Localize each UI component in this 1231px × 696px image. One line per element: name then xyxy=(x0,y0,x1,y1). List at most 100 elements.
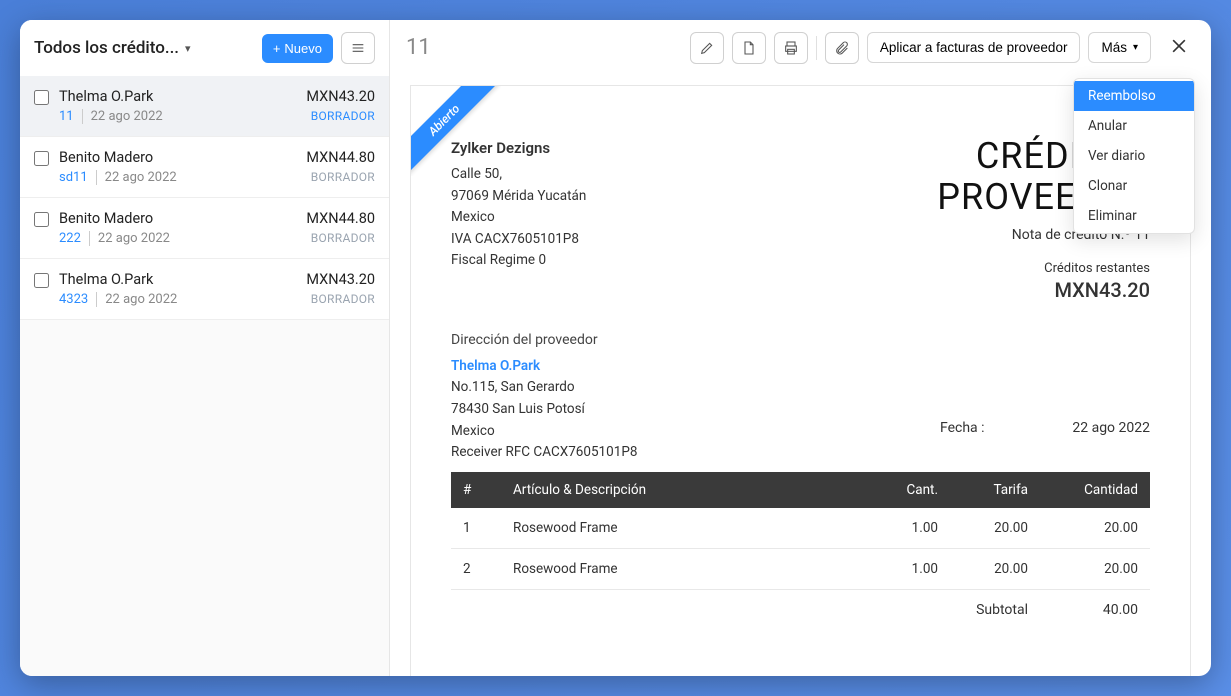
cell-rate: 20.00 xyxy=(950,508,1040,549)
detail-header: 11 Aplicar a facturas de proveedor Más ▾ xyxy=(390,20,1211,75)
list-filter-select[interactable]: Todos los crédito... ▾ xyxy=(34,38,254,58)
edit-button[interactable] xyxy=(690,32,724,64)
list-filter-label: Todos los crédito... xyxy=(34,38,179,58)
row-status: BORRADOR xyxy=(306,292,375,306)
remaining-label: Créditos restantes xyxy=(937,261,1150,276)
close-icon xyxy=(1169,36,1189,56)
col-num: # xyxy=(451,472,501,508)
menu-item-refund[interactable]: Reembolso xyxy=(1074,81,1194,111)
new-button[interactable]: + Nuevo xyxy=(262,34,333,63)
row-date: 22 ago 2022 xyxy=(98,231,170,246)
company-line: IVA CACX7605101P8 xyxy=(451,229,586,251)
cell-desc: Rosewood Frame xyxy=(501,548,870,589)
item-row: 1 Rosewood Frame 1.00 20.00 20.00 xyxy=(451,508,1150,549)
row-amount: MXN43.20 xyxy=(306,271,375,288)
printer-icon xyxy=(783,40,799,56)
list-row-2[interactable]: Benito Madero 222 22 ago 2022 MXN44.80 BO… xyxy=(20,198,389,259)
supplier-line: 78430 San Luis Potosí xyxy=(451,399,1150,421)
detail-title: 11 xyxy=(406,35,682,60)
remaining-amount: MXN43.20 xyxy=(937,278,1150,302)
row-id[interactable]: 4323 xyxy=(59,292,97,307)
supplier-block: Dirección del proveedor Thelma O.Park No… xyxy=(451,332,1150,464)
row-name: Thelma O.Park xyxy=(59,88,296,105)
row-status: BORRADOR xyxy=(306,109,375,123)
supplier-line: No.115, San Gerardo xyxy=(451,377,1150,399)
more-dropdown: Reembolso Anular Ver diario Clonar Elimi… xyxy=(1073,78,1195,234)
hamburger-icon xyxy=(350,40,366,56)
row-name: Benito Madero xyxy=(59,149,296,166)
company-line: Fiscal Regime 0 xyxy=(451,250,586,272)
apply-invoices-label: Aplicar a facturas de proveedor xyxy=(880,40,1068,55)
row-checkbox[interactable] xyxy=(34,151,49,166)
menu-button[interactable] xyxy=(341,32,375,64)
subtotal-label: Subtotal xyxy=(938,602,1058,618)
list-row-0[interactable]: Thelma O.Park 11 22 ago 2022 MXN43.20 BOR… xyxy=(20,76,389,137)
company-line: 97069 Mérida Yucatán xyxy=(451,186,586,208)
supplier-line: Receiver RFC CACX7605101P8 xyxy=(451,442,1150,464)
col-qty: Cant. xyxy=(870,472,950,508)
cell-amount: 20.00 xyxy=(1040,548,1150,589)
menu-item-delete[interactable]: Eliminar xyxy=(1074,201,1194,231)
row-id[interactable]: sd11 xyxy=(59,170,97,185)
subtotal-value: 40.00 xyxy=(1058,602,1138,618)
chevron-down-icon: ▾ xyxy=(1133,42,1138,53)
row-id[interactable]: 11 xyxy=(59,109,83,124)
pencil-icon xyxy=(699,40,715,56)
cell-qty: 1.00 xyxy=(870,508,950,549)
print-button[interactable] xyxy=(774,32,808,64)
supplier-name[interactable]: Thelma O.Park xyxy=(451,356,1150,378)
divider xyxy=(816,36,817,60)
col-amount: Cantidad xyxy=(1040,472,1150,508)
row-date: 22 ago 2022 xyxy=(91,109,163,124)
cell-num: 1 xyxy=(451,508,501,549)
list-row-3[interactable]: Thelma O.Park 4323 22 ago 2022 MXN43.20 B… xyxy=(20,259,389,320)
row-date: 22 ago 2022 xyxy=(105,170,177,185)
row-amount: MXN44.80 xyxy=(306,149,375,166)
company-line: Mexico xyxy=(451,207,586,229)
date-label: Fecha : xyxy=(940,420,1040,436)
cell-rate: 20.00 xyxy=(950,548,1040,589)
credit-list: Thelma O.Park 11 22 ago 2022 MXN43.20 BOR… xyxy=(20,76,389,320)
col-desc: Artículo & Descripción xyxy=(501,472,870,508)
pdf-button[interactable] xyxy=(732,32,766,64)
supplier-section-label: Dirección del proveedor xyxy=(451,332,1150,348)
row-status: BORRADOR xyxy=(306,231,375,245)
row-date: 22 ago 2022 xyxy=(105,292,177,307)
date-row: Fecha : 22 ago 2022 xyxy=(451,420,1150,436)
menu-item-void[interactable]: Anular xyxy=(1074,111,1194,141)
cell-qty: 1.00 xyxy=(870,548,950,589)
row-name: Thelma O.Park xyxy=(59,271,296,288)
pdf-icon xyxy=(741,40,757,56)
list-header: Todos los crédito... ▾ + Nuevo xyxy=(20,20,389,76)
items-table: # Artículo & Descripción Cant. Tarifa Ca… xyxy=(451,472,1150,590)
more-button[interactable]: Más ▾ xyxy=(1088,32,1151,63)
col-rate: Tarifa xyxy=(950,472,1040,508)
row-amount: MXN43.20 xyxy=(306,88,375,105)
row-checkbox[interactable] xyxy=(34,212,49,227)
cell-num: 2 xyxy=(451,548,501,589)
close-button[interactable] xyxy=(1163,30,1195,65)
subtotal-row: Subtotal 40.00 xyxy=(451,590,1150,630)
apply-invoices-button[interactable]: Aplicar a facturas de proveedor xyxy=(867,32,1081,63)
row-id[interactable]: 222 xyxy=(59,231,90,246)
status-ribbon-label: Abierto xyxy=(411,86,498,174)
row-checkbox[interactable] xyxy=(34,90,49,105)
detail-panel: 11 Aplicar a facturas de proveedor Más ▾ xyxy=(390,20,1211,676)
date-value: 22 ago 2022 xyxy=(1040,420,1150,436)
paperclip-icon xyxy=(834,40,850,56)
app-window: Todos los crédito... ▾ + Nuevo Thelma O.… xyxy=(20,20,1211,676)
attach-button[interactable] xyxy=(825,32,859,64)
more-label: Más xyxy=(1101,40,1127,55)
list-row-1[interactable]: Benito Madero sd1122 ago 2022 MXN44.80 B… xyxy=(20,137,389,198)
cell-amount: 20.00 xyxy=(1040,508,1150,549)
menu-item-clone[interactable]: Clonar xyxy=(1074,171,1194,201)
plus-icon: + xyxy=(273,41,281,56)
row-name: Benito Madero xyxy=(59,210,296,227)
item-row: 2 Rosewood Frame 1.00 20.00 20.00 xyxy=(451,548,1150,589)
row-checkbox[interactable] xyxy=(34,273,49,288)
cell-desc: Rosewood Frame xyxy=(501,508,870,549)
row-amount: MXN44.80 xyxy=(306,210,375,227)
new-button-label: Nuevo xyxy=(284,41,322,56)
menu-item-journal[interactable]: Ver diario xyxy=(1074,141,1194,171)
list-panel: Todos los crédito... ▾ + Nuevo Thelma O.… xyxy=(20,20,390,676)
